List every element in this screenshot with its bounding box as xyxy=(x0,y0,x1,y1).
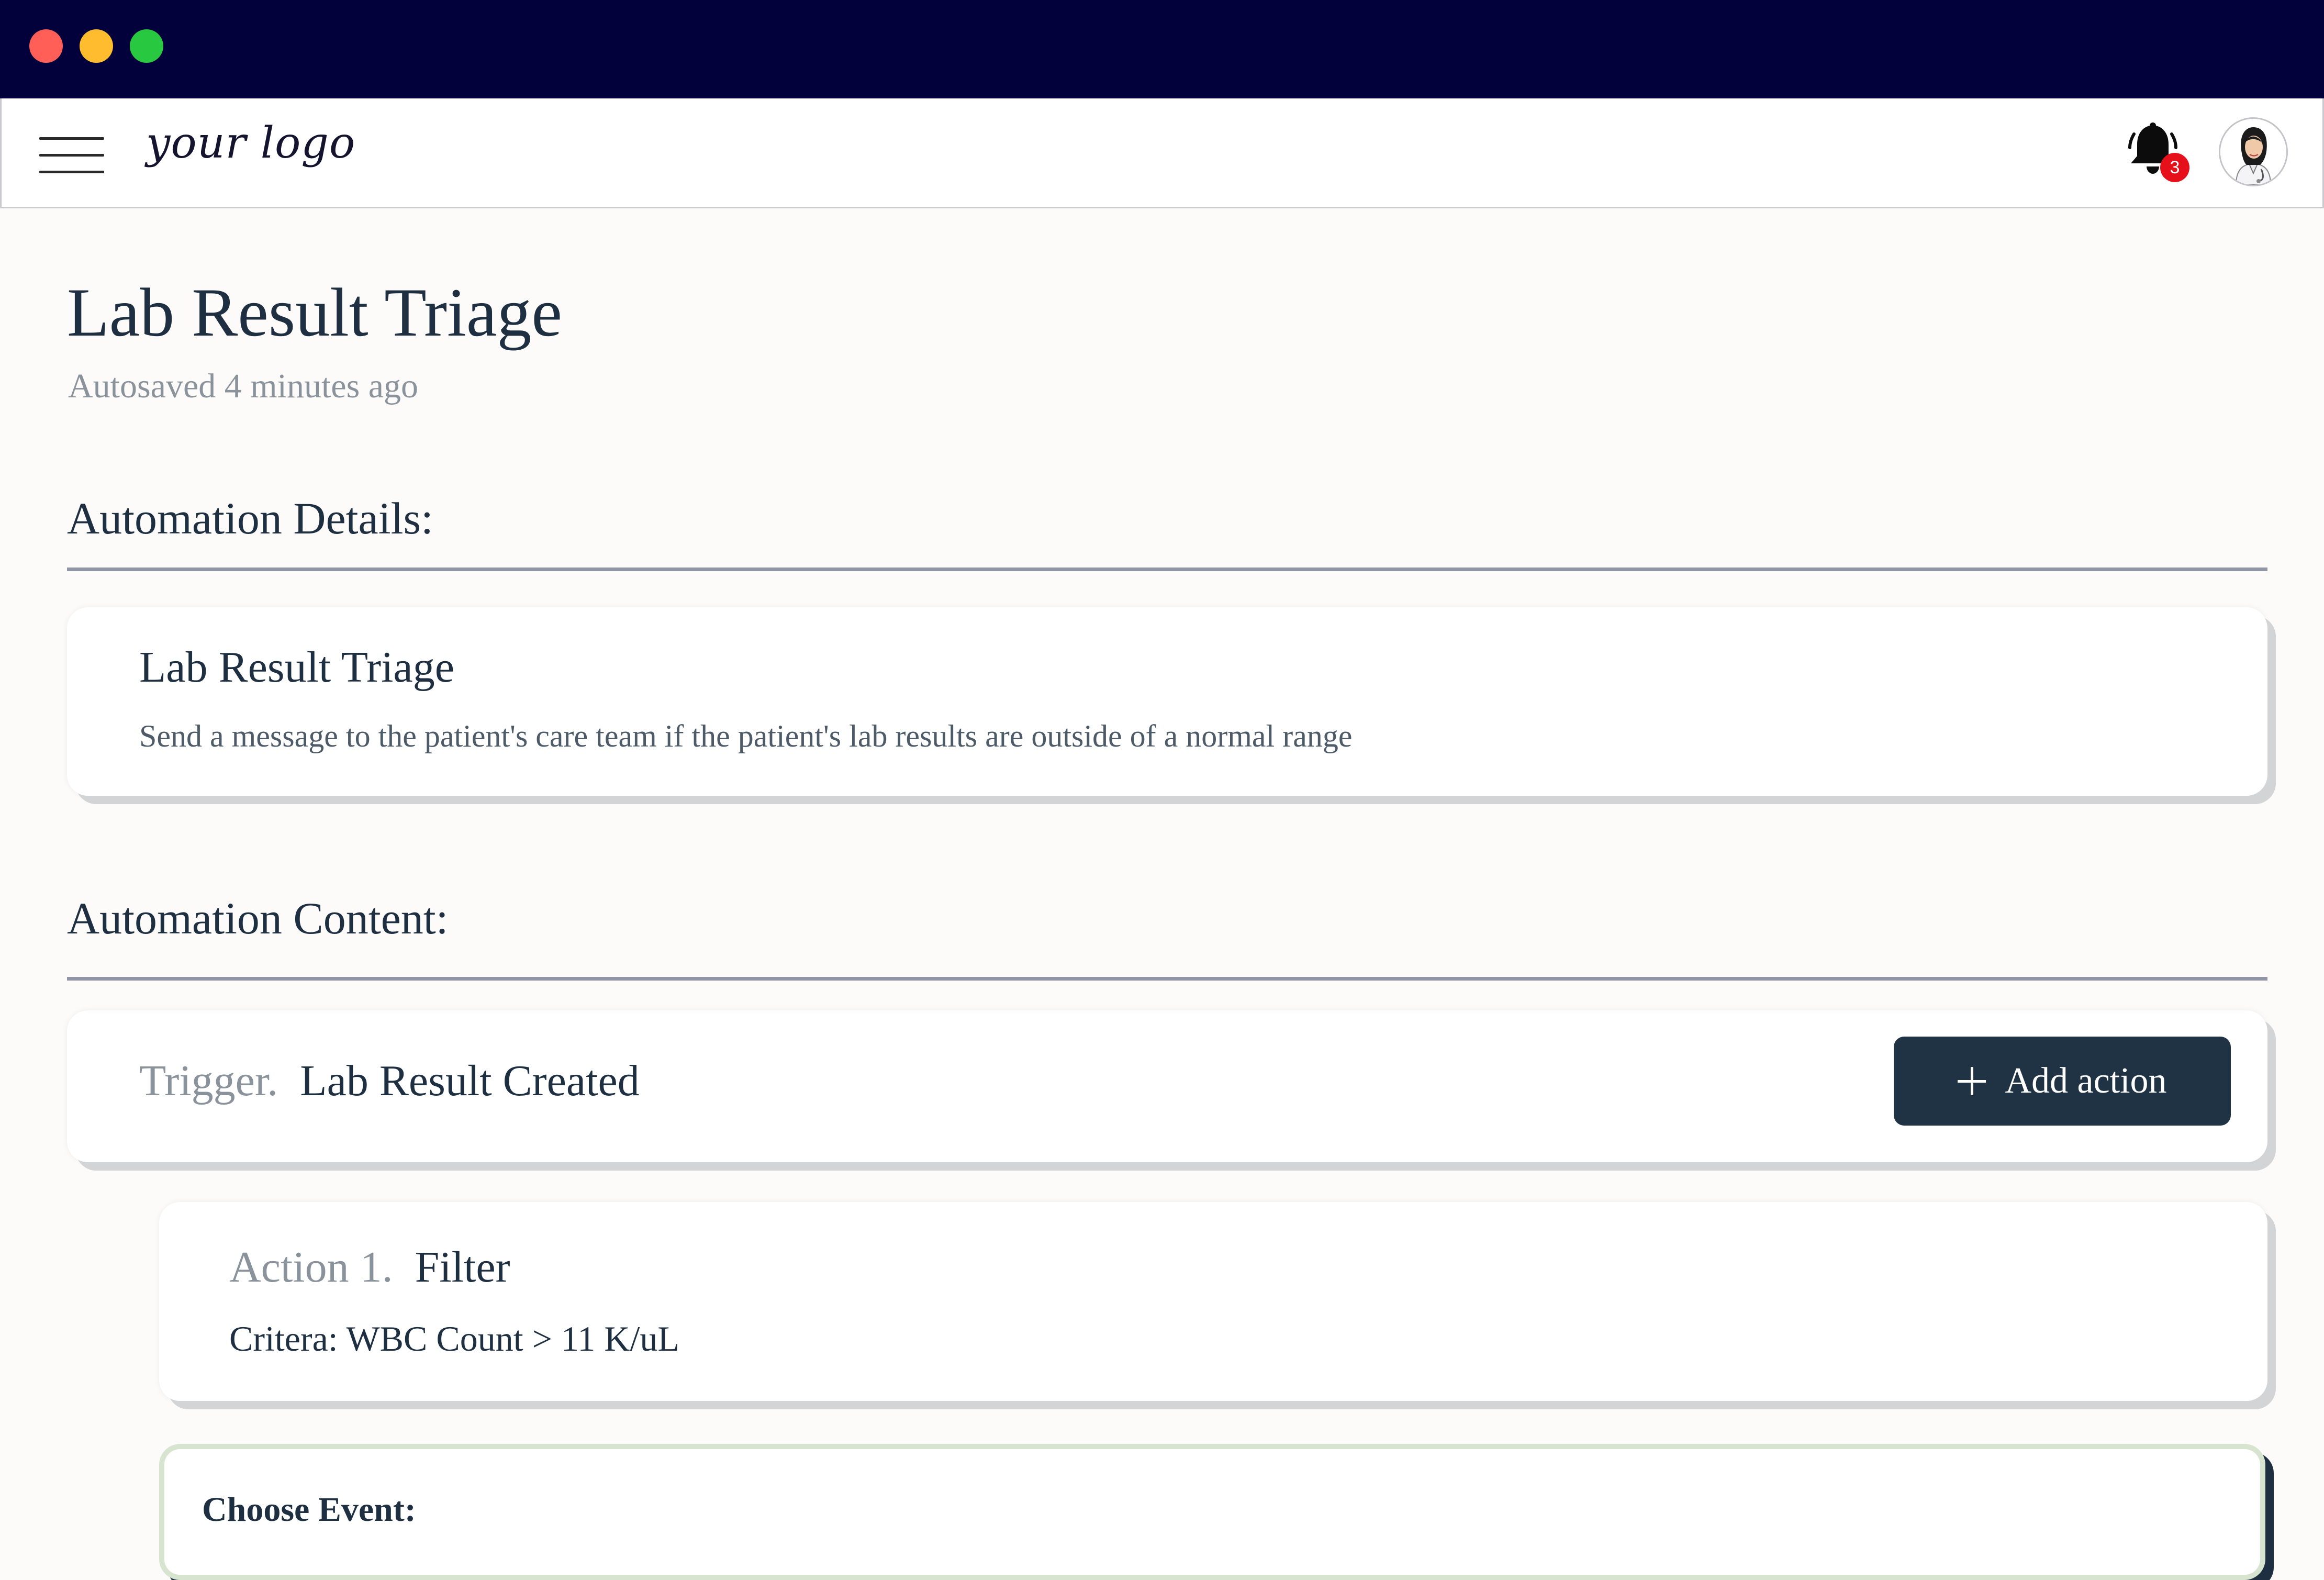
menu-line xyxy=(39,137,104,140)
trigger-name: Lab Result Created xyxy=(300,1056,640,1105)
notifications-button[interactable]: 3 xyxy=(2127,118,2189,186)
trigger-prefix: Trigger. xyxy=(139,1056,278,1105)
avatar[interactable] xyxy=(2219,117,2288,186)
action-card[interactable]: Action 1. Filter Critera: WBC Count > 11… xyxy=(159,1202,2267,1401)
window-titlebar xyxy=(0,0,2324,98)
plus-icon xyxy=(1958,1067,1986,1095)
menu-line xyxy=(39,154,104,157)
automation-details-heading: Automation Details: xyxy=(67,493,433,543)
section-divider xyxy=(67,977,2267,981)
add-action-label: Add action xyxy=(2005,1061,2167,1101)
action-prefix: Action 1. xyxy=(229,1243,393,1292)
notification-badge: 3 xyxy=(2160,153,2189,182)
logo[interactable]: your logo xyxy=(146,118,355,168)
doctor-avatar-icon xyxy=(2220,119,2286,185)
action-name: Filter xyxy=(415,1243,510,1292)
autosave-status: Autosaved 4 minutes ago xyxy=(68,367,419,405)
trigger-title: Trigger. Lab Result Created xyxy=(139,1055,640,1106)
menu-line xyxy=(39,171,104,173)
automation-content-heading: Automation Content: xyxy=(67,893,449,943)
window-close-button[interactable] xyxy=(29,29,63,63)
automation-name: Lab Result Triage xyxy=(139,643,454,692)
section-divider xyxy=(67,568,2267,571)
hamburger-menu-icon[interactable] xyxy=(39,135,104,177)
choose-event-card[interactable]: Choose Event: xyxy=(159,1444,2265,1580)
add-action-button[interactable]: Add action xyxy=(1894,1037,2231,1126)
window-maximize-button[interactable] xyxy=(130,29,163,63)
action-criteria: Critera: WBC Count > 11 K/uL xyxy=(229,1319,679,1359)
automation-description: Send a message to the patient's care tea… xyxy=(139,719,1353,753)
window-minimize-button[interactable] xyxy=(80,29,113,63)
top-navbar: your logo 3 xyxy=(0,98,2324,208)
page-title: Lab Result Triage xyxy=(67,274,562,351)
automation-details-card[interactable]: Lab Result Triage Send a message to the … xyxy=(67,607,2267,796)
choose-event-label: Choose Event: xyxy=(202,1490,416,1529)
action-title: Action 1. Filter xyxy=(229,1242,510,1293)
